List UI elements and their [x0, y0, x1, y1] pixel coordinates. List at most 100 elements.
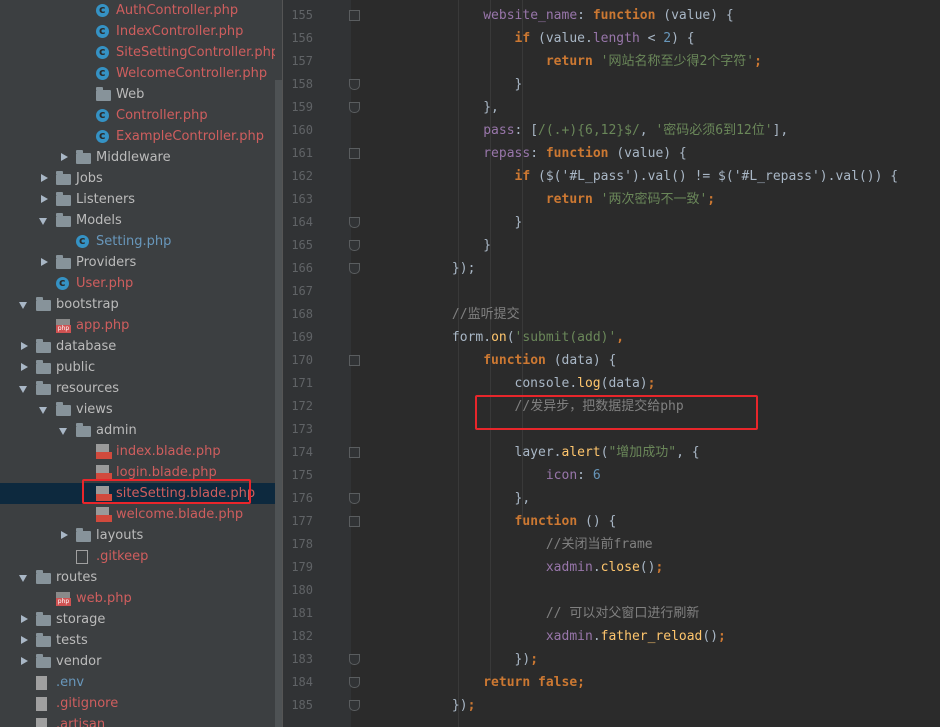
code-editor[interactable]: website_name: function (value) { if (val…	[358, 0, 940, 727]
folder-icon	[56, 402, 71, 416]
tree-file-.artisan[interactable]: .artisan	[0, 714, 275, 727]
code-token: :	[577, 8, 593, 23]
collapse-arrow-icon[interactable]	[18, 609, 30, 630]
code-line[interactable]: xadmin.father_reload();	[358, 625, 726, 648]
expand-arrow-icon[interactable]	[18, 294, 30, 315]
code-line[interactable]: });	[358, 257, 476, 280]
code-line[interactable]: function (data) {	[358, 349, 616, 372]
tree-folder-vendor[interactable]: vendor	[0, 651, 275, 672]
tree-file-web.php[interactable]: web.php	[0, 588, 275, 609]
code-line[interactable]: pass: [/(.+){6,12}$/, '密码必须6到12位'],	[358, 119, 788, 142]
tree-folder-Listeners[interactable]: Listeners	[0, 189, 275, 210]
code-line[interactable]: form.on('submit(add)',	[358, 326, 624, 349]
tree-file-Controller.php[interactable]: Controller.php	[0, 104, 275, 126]
tree-folder-Web[interactable]: Web	[0, 84, 275, 105]
code-line[interactable]: },	[358, 487, 531, 510]
code-line[interactable]: //关闭当前frame	[358, 533, 653, 556]
fold-marker-icon[interactable]	[349, 355, 360, 366]
fold-marker-icon[interactable]	[349, 148, 360, 159]
tree-file-IndexController.php[interactable]: IndexController.php	[0, 20, 275, 42]
code-line[interactable]: if ($('#L_pass').val() != $('#L_repass')…	[358, 165, 899, 188]
code-line[interactable]: return '网站名称至少得2个字符';	[358, 50, 762, 73]
code-line[interactable]: icon: 6	[358, 464, 601, 487]
fold-marker-icon[interactable]	[349, 263, 360, 274]
collapse-arrow-icon[interactable]	[18, 336, 30, 357]
collapse-arrow-icon[interactable]	[18, 357, 30, 378]
fold-marker-icon[interactable]	[349, 493, 360, 504]
tree-file-Setting.php[interactable]: Setting.php	[0, 230, 275, 252]
fold-marker-icon[interactable]	[349, 217, 360, 228]
code-line[interactable]: console.log(data);	[358, 372, 656, 395]
fold-marker-icon[interactable]	[349, 447, 360, 458]
tree-item-label: Web	[116, 87, 145, 102]
code-line[interactable]: }	[358, 73, 523, 96]
tree-file-.env[interactable]: .env	[0, 672, 275, 693]
collapse-arrow-icon[interactable]	[58, 525, 70, 546]
tree-folder-admin[interactable]: admin	[0, 420, 275, 441]
expand-arrow-icon[interactable]	[38, 210, 50, 231]
collapse-arrow-icon[interactable]	[38, 252, 50, 273]
tree-file-welcome.blade.php[interactable]: welcome.blade.php	[0, 504, 275, 525]
collapse-arrow-icon[interactable]	[18, 651, 30, 672]
code-line[interactable]: }	[358, 234, 491, 257]
tree-file-WelcomeController.php[interactable]: WelcomeController.php	[0, 62, 275, 84]
tree-folder-resources[interactable]: resources	[0, 378, 275, 399]
tree-folder-routes[interactable]: routes	[0, 567, 275, 588]
code-line[interactable]: return false;	[358, 671, 585, 694]
tree-folder-Providers[interactable]: Providers	[0, 252, 275, 273]
code-line[interactable]: return '两次密码不一致';	[358, 188, 715, 211]
tree-file-index.blade.php[interactable]: index.blade.php	[0, 441, 275, 462]
collapse-arrow-icon[interactable]	[58, 147, 70, 168]
tree-file-User.php[interactable]: User.php	[0, 272, 275, 294]
fold-marker-icon[interactable]	[349, 79, 360, 90]
code-line[interactable]: }	[358, 211, 523, 234]
scrollbar-thumb[interactable]	[275, 80, 282, 727]
fold-marker-icon[interactable]	[349, 10, 360, 21]
project-tree-panel: AuthController.php IndexController.php Sit…	[0, 0, 282, 727]
tree-folder-Middleware[interactable]: Middleware	[0, 147, 275, 168]
tree-folder-Jobs[interactable]: Jobs	[0, 168, 275, 189]
tree-file-.gitkeep[interactable]: .gitkeep	[0, 546, 275, 567]
tree-folder-database[interactable]: database	[0, 336, 275, 357]
fold-marker-icon[interactable]	[349, 677, 360, 688]
code-line[interactable]: });	[358, 694, 476, 717]
tree-file-SiteSettingController.php[interactable]: SiteSettingController.php	[0, 41, 279, 63]
fold-marker-icon[interactable]	[349, 240, 360, 251]
tree-folder-storage[interactable]: storage	[0, 609, 275, 630]
expand-arrow-icon[interactable]	[58, 420, 70, 441]
tree-folder-views[interactable]: views	[0, 399, 275, 420]
tree-file-app.php[interactable]: app.php	[0, 315, 275, 336]
fold-marker-icon[interactable]	[349, 102, 360, 113]
fold-marker-icon[interactable]	[349, 700, 360, 711]
tree-folder-bootstrap[interactable]: bootstrap	[0, 294, 275, 315]
tree-folder-layouts[interactable]: layouts	[0, 525, 275, 546]
code-line[interactable]: website_name: function (value) {	[358, 4, 733, 27]
expand-arrow-icon[interactable]	[18, 567, 30, 588]
tree-file-ExampleController.php[interactable]: ExampleController.php	[0, 125, 275, 147]
expand-arrow-icon[interactable]	[18, 378, 30, 399]
code-line[interactable]: if (value.length < 2) {	[358, 27, 695, 50]
collapse-arrow-icon[interactable]	[38, 168, 50, 189]
tree-file-.gitignore[interactable]: .gitignore	[0, 693, 275, 714]
code-line[interactable]: function () {	[358, 510, 617, 533]
expand-arrow-icon[interactable]	[38, 399, 50, 420]
code-line[interactable]: },	[358, 96, 499, 119]
code-line[interactable]: xadmin.close();	[358, 556, 663, 579]
tree-file-AuthController.php[interactable]: AuthController.php	[0, 0, 275, 21]
code-line[interactable]: });	[358, 648, 538, 671]
tree-folder-Models[interactable]: Models	[0, 210, 275, 231]
code-line[interactable]: repass: function (value) {	[358, 142, 687, 165]
collapse-arrow-icon[interactable]	[38, 189, 50, 210]
fold-marker-icon[interactable]	[349, 654, 360, 665]
fold-marker-icon[interactable]	[349, 516, 360, 527]
collapse-arrow-icon[interactable]	[18, 630, 30, 651]
code-token: return false	[483, 675, 578, 690]
tree-folder-public[interactable]: public	[0, 357, 275, 378]
tree-folder-tests[interactable]: tests	[0, 630, 275, 651]
code-line[interactable]: //监听提交	[358, 303, 520, 326]
code-line[interactable]: layer.alert("增加成功", {	[358, 441, 700, 464]
code-line[interactable]: // 可以对父窗口进行刷新	[358, 602, 699, 625]
